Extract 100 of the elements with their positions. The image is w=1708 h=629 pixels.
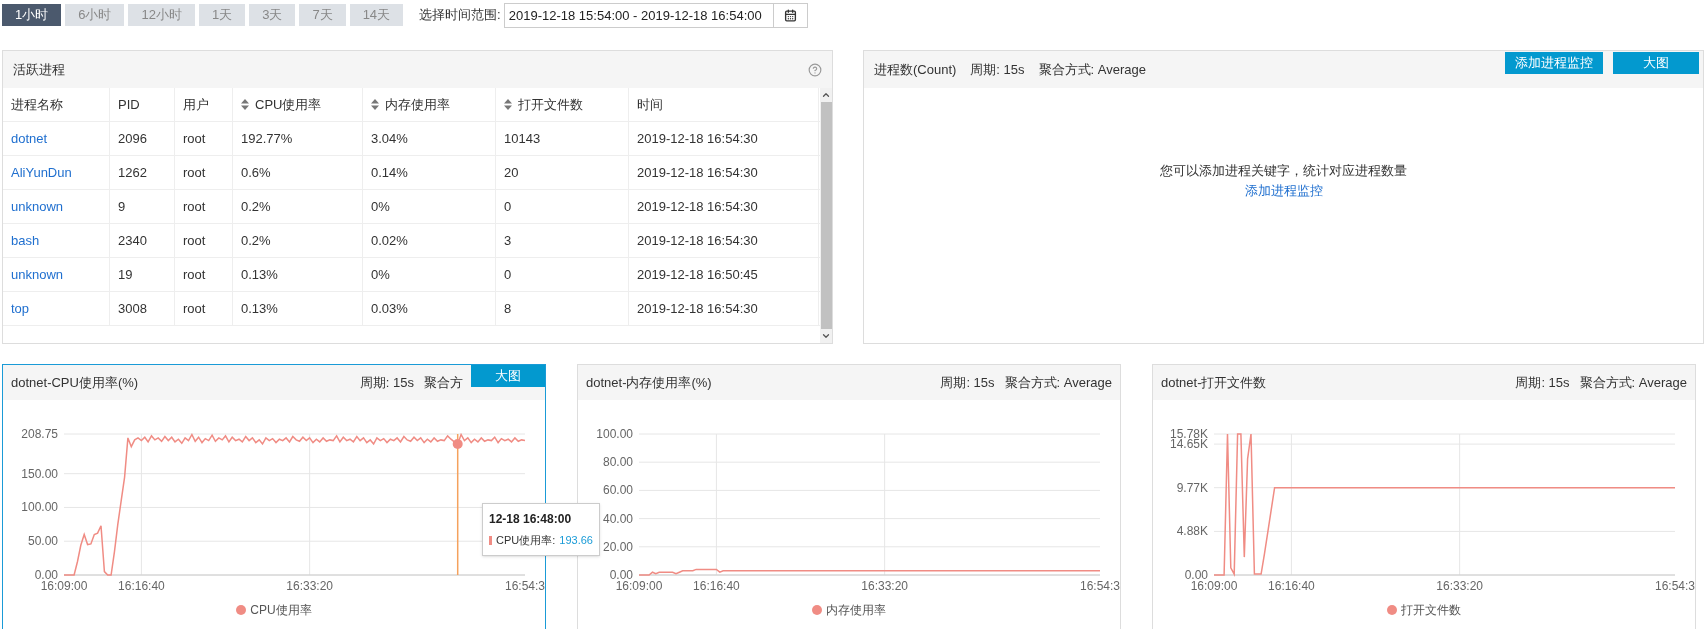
panel-meta: 聚合方式: Average [1038, 60, 1146, 79]
chart-meta: 聚合方 [424, 373, 463, 392]
table-cell-text: 2019-12-18 16:50:45 [637, 265, 758, 284]
scrollbar[interactable] [820, 88, 832, 343]
time-preset-tab[interactable]: 7天 [299, 4, 346, 26]
enlarge-button[interactable]: 大图 [471, 365, 545, 387]
legend-label: 打开文件数 [1401, 602, 1461, 619]
axis-label: 16:33:20 [861, 579, 908, 593]
table-cell-text: 20 [504, 163, 519, 182]
axis-label: 16:16:40 [118, 579, 165, 593]
legend-label: CPU使用率 [250, 602, 312, 619]
column-header: PID [118, 95, 140, 114]
chart-meta: 周期: 15s [359, 373, 414, 392]
axis-label: 16:54:3 [1655, 579, 1695, 593]
panel-title: 活跃进程 [13, 60, 65, 79]
calendar-button[interactable] [773, 2, 808, 28]
sort-icon[interactable] [371, 99, 379, 110]
table-cell-text: 0.03% [371, 299, 408, 318]
column-header[interactable]: 内存使用率 [385, 94, 450, 115]
table-cell-text: root [183, 231, 206, 250]
table-cell-text: 3008 [118, 299, 147, 318]
table-cell-text: root [183, 299, 206, 318]
table-cell-text: 0% [371, 265, 390, 284]
chart-title: dotnet-CPU使用率(%) [11, 373, 139, 392]
table-cell-text: 2096 [118, 129, 147, 148]
table-cell-text: 2019-12-18 16:54:30 [637, 163, 758, 182]
axis-label: 9.77K [1176, 480, 1208, 495]
table-cell-text: 0.2% [241, 197, 271, 216]
table-cell-text: 0 [504, 197, 512, 216]
axis-label: 16:09:00 [615, 579, 663, 593]
table-cell-text: 19 [118, 265, 133, 284]
axis-label: 208.75 [21, 427, 58, 441]
process-link[interactable]: dotnet [11, 128, 48, 149]
axis-label: 4.88K [1176, 524, 1208, 539]
table-cell-text: 0% [371, 197, 390, 216]
table-cell-text: 8 [504, 299, 512, 318]
axis-label: 100.00 [596, 427, 633, 441]
chart-meta: 聚合方式: Average [1004, 373, 1112, 392]
table-cell-text: 2019-12-18 16:54:30 [637, 197, 758, 216]
axis-label: 80.00 [602, 455, 633, 470]
header-button[interactable]: 添加进程监控 [1505, 52, 1603, 74]
table-cell-text: 10143 [504, 129, 541, 148]
axis-label: 16:54:3 [1080, 579, 1120, 593]
axis-label: 40.00 [602, 511, 633, 526]
table-cell-text: root [183, 129, 206, 148]
table-cell-text: 0 [504, 265, 512, 284]
axis-label: 16:33:20 [286, 579, 333, 593]
table-cell-text: 0.13% [241, 299, 278, 318]
axis-label: 0.00 [34, 568, 58, 582]
chart-meta: 聚合方式: Average [1579, 373, 1687, 392]
time-preset-tab[interactable]: 1天 [198, 4, 246, 26]
scroll-down-icon [821, 331, 831, 341]
tooltip-title: 12-18 16:48:00 [489, 511, 573, 528]
time-preset-tab[interactable]: 3天 [249, 4, 296, 26]
axis-label: 16:54:3 [505, 579, 545, 593]
chart-meta: 周期: 15s [940, 373, 995, 392]
time-preset-tab[interactable]: 12小时 [128, 4, 195, 26]
sort-icon[interactable] [504, 99, 512, 110]
table-cell-text: 2019-12-18 16:54:30 [637, 231, 758, 250]
axis-label: 60.00 [602, 483, 633, 498]
table-cell-text: 0.02% [371, 231, 408, 250]
table-cell-text: root [183, 163, 206, 182]
time-preset-tab[interactable]: 14天 [349, 4, 404, 26]
process-link[interactable]: AliYunDun [11, 162, 72, 183]
axis-label: 50.00 [27, 534, 58, 549]
column-header: 进程名称 [11, 95, 63, 114]
chart-title: dotnet-内存使用率(%) [586, 373, 712, 392]
table-cell-text: 0.6% [241, 163, 271, 182]
table-cell-text: 2019-12-18 16:54:30 [637, 299, 758, 318]
time-range-label: 选择时间范围: [419, 6, 501, 25]
process-link[interactable]: unknown [11, 264, 64, 285]
axis-label: 16:09:00 [1190, 579, 1238, 593]
axis-label: 16:16:40 [693, 579, 740, 593]
column-header[interactable]: CPU使用率 [255, 94, 322, 115]
time-range-field[interactable]: 2019-12-18 15:54:00 - 2019-12-18 16:54:00 [503, 2, 774, 28]
axis-label: 0.00 [1184, 568, 1208, 582]
tooltip-label: CPU使用率: [496, 533, 556, 548]
header-button[interactable]: 大图 [1613, 52, 1699, 74]
table-cell-text: root [183, 197, 206, 216]
time-preset-tab[interactable]: 1小时 [2, 4, 62, 26]
axis-label: 20.00 [602, 539, 633, 554]
panel-title: 进程数(Count) [874, 60, 957, 79]
process-link[interactable]: unknown [11, 196, 64, 217]
time-preset-tab[interactable]: 6小时 [65, 4, 125, 26]
empty-message: 您可以添加进程关键字，统计对应进程数量 [1160, 162, 1407, 180]
process-link[interactable]: top [11, 298, 30, 319]
column-header[interactable]: 打开文件数 [518, 94, 583, 115]
axis-label: 16:09:00 [40, 579, 88, 593]
axis-label: 150.00 [21, 466, 58, 481]
chart-meta: 周期: 15s [1515, 373, 1570, 392]
add-monitor-link[interactable]: 添加进程监控 [1244, 180, 1323, 200]
scroll-up-icon [821, 90, 831, 100]
sort-icon[interactable] [241, 99, 249, 110]
help-icon[interactable] [808, 62, 822, 77]
axis-label: 0.00 [609, 568, 633, 582]
table-cell-text: 1262 [118, 163, 147, 182]
table-cell-text: 3.04% [371, 129, 408, 148]
table-cell-text: 192.77% [241, 129, 293, 148]
process-link[interactable]: bash [11, 230, 40, 251]
table-cell-text: 0.14% [371, 163, 408, 182]
